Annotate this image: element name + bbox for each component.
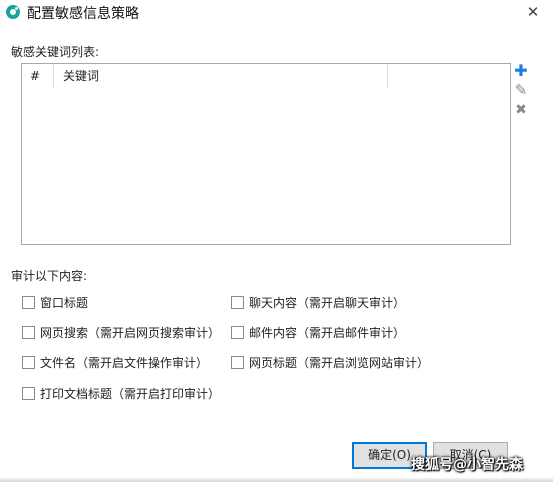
audit-section-label: 审计以下内容:	[11, 269, 88, 283]
delete-x-icon[interactable]: ✖	[512, 101, 530, 119]
checkbox-label: 网页标题（需开启浏览网站审计）	[249, 355, 430, 370]
checkbox-print-title[interactable]: 打印文档标题（需开启打印审计）	[22, 385, 220, 401]
checkbox-box[interactable]	[22, 325, 35, 339]
checkbox-label: 网页搜索（需开启网页搜索审计）	[40, 325, 221, 340]
checkbox-label: 聊天内容（需开启聊天审计）	[249, 295, 406, 310]
checkbox-label: 文件名（需开启文件操作审计）	[40, 355, 209, 370]
column-header-keyword[interactable]: 关键词	[55, 64, 388, 88]
column-header-index[interactable]: #	[22, 64, 54, 88]
close-icon[interactable]: ✕	[518, 0, 548, 24]
checkbox-box[interactable]	[22, 295, 35, 309]
checkbox-box[interactable]	[231, 295, 244, 309]
window-title: 配置敏感信息策略	[27, 6, 139, 22]
taskbar-edge	[0, 478, 553, 482]
app-logo-icon	[6, 5, 20, 19]
checkbox-label: 邮件内容（需开启邮件审计）	[249, 325, 406, 340]
checkbox-window-title[interactable]: 窗口标题	[22, 294, 88, 310]
checkbox-chat-content[interactable]: 聊天内容（需开启聊天审计）	[231, 294, 405, 310]
checkbox-label: 窗口标题	[40, 295, 89, 310]
checkbox-label: 打印文档标题（需开启打印审计）	[40, 386, 221, 401]
checkbox-web-title[interactable]: 网页标题（需开启浏览网站审计）	[231, 354, 429, 370]
checkbox-box[interactable]	[22, 355, 35, 369]
checkbox-file-name[interactable]: 文件名（需开启文件操作审计）	[22, 354, 208, 370]
keyword-list-label: 敏感关键词列表:	[11, 45, 100, 59]
keyword-table[interactable]: # 关键词	[21, 63, 511, 245]
title-bar: 配置敏感信息策略 ✕	[0, 0, 553, 24]
pencil-icon[interactable]: ✎	[512, 81, 530, 99]
checkbox-box[interactable]	[231, 325, 244, 339]
plus-icon[interactable]: ✚	[512, 62, 530, 80]
checkbox-mail-content[interactable]: 邮件内容（需开启邮件审计）	[231, 324, 405, 340]
checkbox-web-search[interactable]: 网页搜索（需开启网页搜索审计）	[22, 324, 220, 340]
checkbox-box[interactable]	[231, 355, 244, 369]
checkbox-box[interactable]	[22, 386, 35, 400]
watermark-text: 搜狐号@小智先森	[411, 457, 523, 473]
